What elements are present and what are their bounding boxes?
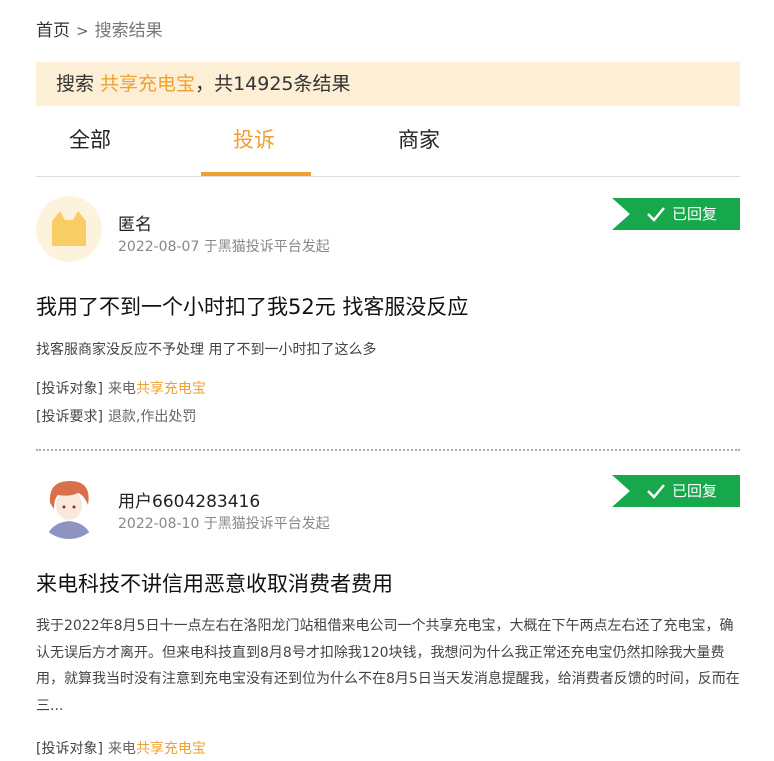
complaint-meta: 2022-08-07 于黑猫投诉平台发起: [118, 239, 330, 255]
complaint-request: [投诉要求] 退款,作出处罚: [36, 406, 196, 426]
breadcrumb-home-link[interactable]: 首页: [36, 21, 70, 41]
complaint-target: [投诉对象] 来电共享充电宝: [36, 378, 206, 398]
complaint-target-prefix: 来电: [107, 381, 136, 397]
complaint-meta: 2022-08-10 于黑猫投诉平台发起: [118, 516, 330, 532]
complaint-target-keyword[interactable]: 共享充电宝: [136, 741, 206, 757]
search-summary-banner: 搜索 共享充电宝，共14925条结果: [36, 62, 740, 106]
search-prefix: 搜索: [56, 73, 101, 95]
status-badge: 已回复: [612, 475, 740, 507]
complaint-target-label: [投诉对象]: [36, 741, 103, 757]
complaint-target-keyword[interactable]: 共享充电宝: [136, 381, 206, 397]
tab-merchants[interactable]: 商家: [398, 124, 440, 154]
complaint-card[interactable]: 匿名 2022-08-07 于黑猫投诉平台发起 已回复 我用了不到一个小时扣了我…: [36, 196, 740, 436]
card-divider: [36, 449, 740, 451]
complaint-target-value: 来电共享充电宝: [108, 741, 206, 757]
user-portrait-avatar-icon: [36, 473, 102, 539]
complaint-target: [投诉对象] 来电共享充电宝: [36, 738, 206, 758]
status-text: 已回复: [672, 205, 718, 223]
complaint-title[interactable]: 我用了不到一个小时扣了我52元 找客服没反应: [36, 291, 468, 321]
breadcrumb-current: 搜索结果: [94, 21, 163, 41]
complaint-target-value: 来电共享充电宝: [108, 381, 206, 397]
search-result-count: ，共14925条结果: [195, 73, 351, 95]
search-keyword: 共享充电宝: [100, 73, 196, 95]
check-icon: [647, 484, 665, 499]
breadcrumb-separator: >: [76, 22, 89, 40]
avatar: [36, 473, 102, 539]
complaint-username[interactable]: 匿名: [118, 210, 152, 235]
complaint-request-value: 退款,作出处罚: [107, 409, 197, 425]
status-text: 已回复: [672, 482, 718, 500]
complaint-username[interactable]: 用户6604283416: [118, 487, 260, 512]
check-icon: [647, 207, 665, 222]
tab-all[interactable]: 全部: [69, 124, 111, 154]
complaint-request-label: [投诉要求]: [36, 409, 103, 425]
tab-complaints[interactable]: 投诉: [233, 124, 275, 154]
complaint-description: 找客服商家没反应不予处理 用了不到一小时扣了这么多: [36, 342, 377, 358]
complaint-target-label: [投诉对象]: [36, 381, 103, 397]
breadcrumb: 首页 > 搜索结果: [36, 16, 163, 41]
result-tabs: 全部 投诉 商家: [36, 106, 740, 177]
complaint-description: 我于2022年8月5日十一点左右在洛阳龙门站租借来电公司一个共享充电宝，大概在下…: [36, 618, 740, 714]
complaint-card[interactable]: 用户6604283416 2022-08-10 于黑猫投诉平台发起 已回复 来电…: [36, 473, 740, 761]
cat-avatar-icon: [36, 196, 102, 262]
avatar: [36, 196, 102, 262]
active-tab-indicator: [201, 172, 311, 176]
complaint-target-prefix: 来电: [107, 741, 136, 757]
status-badge: 已回复: [612, 198, 740, 230]
complaint-title[interactable]: 来电科技不讲信用恶意收取消费者费用: [36, 568, 393, 598]
